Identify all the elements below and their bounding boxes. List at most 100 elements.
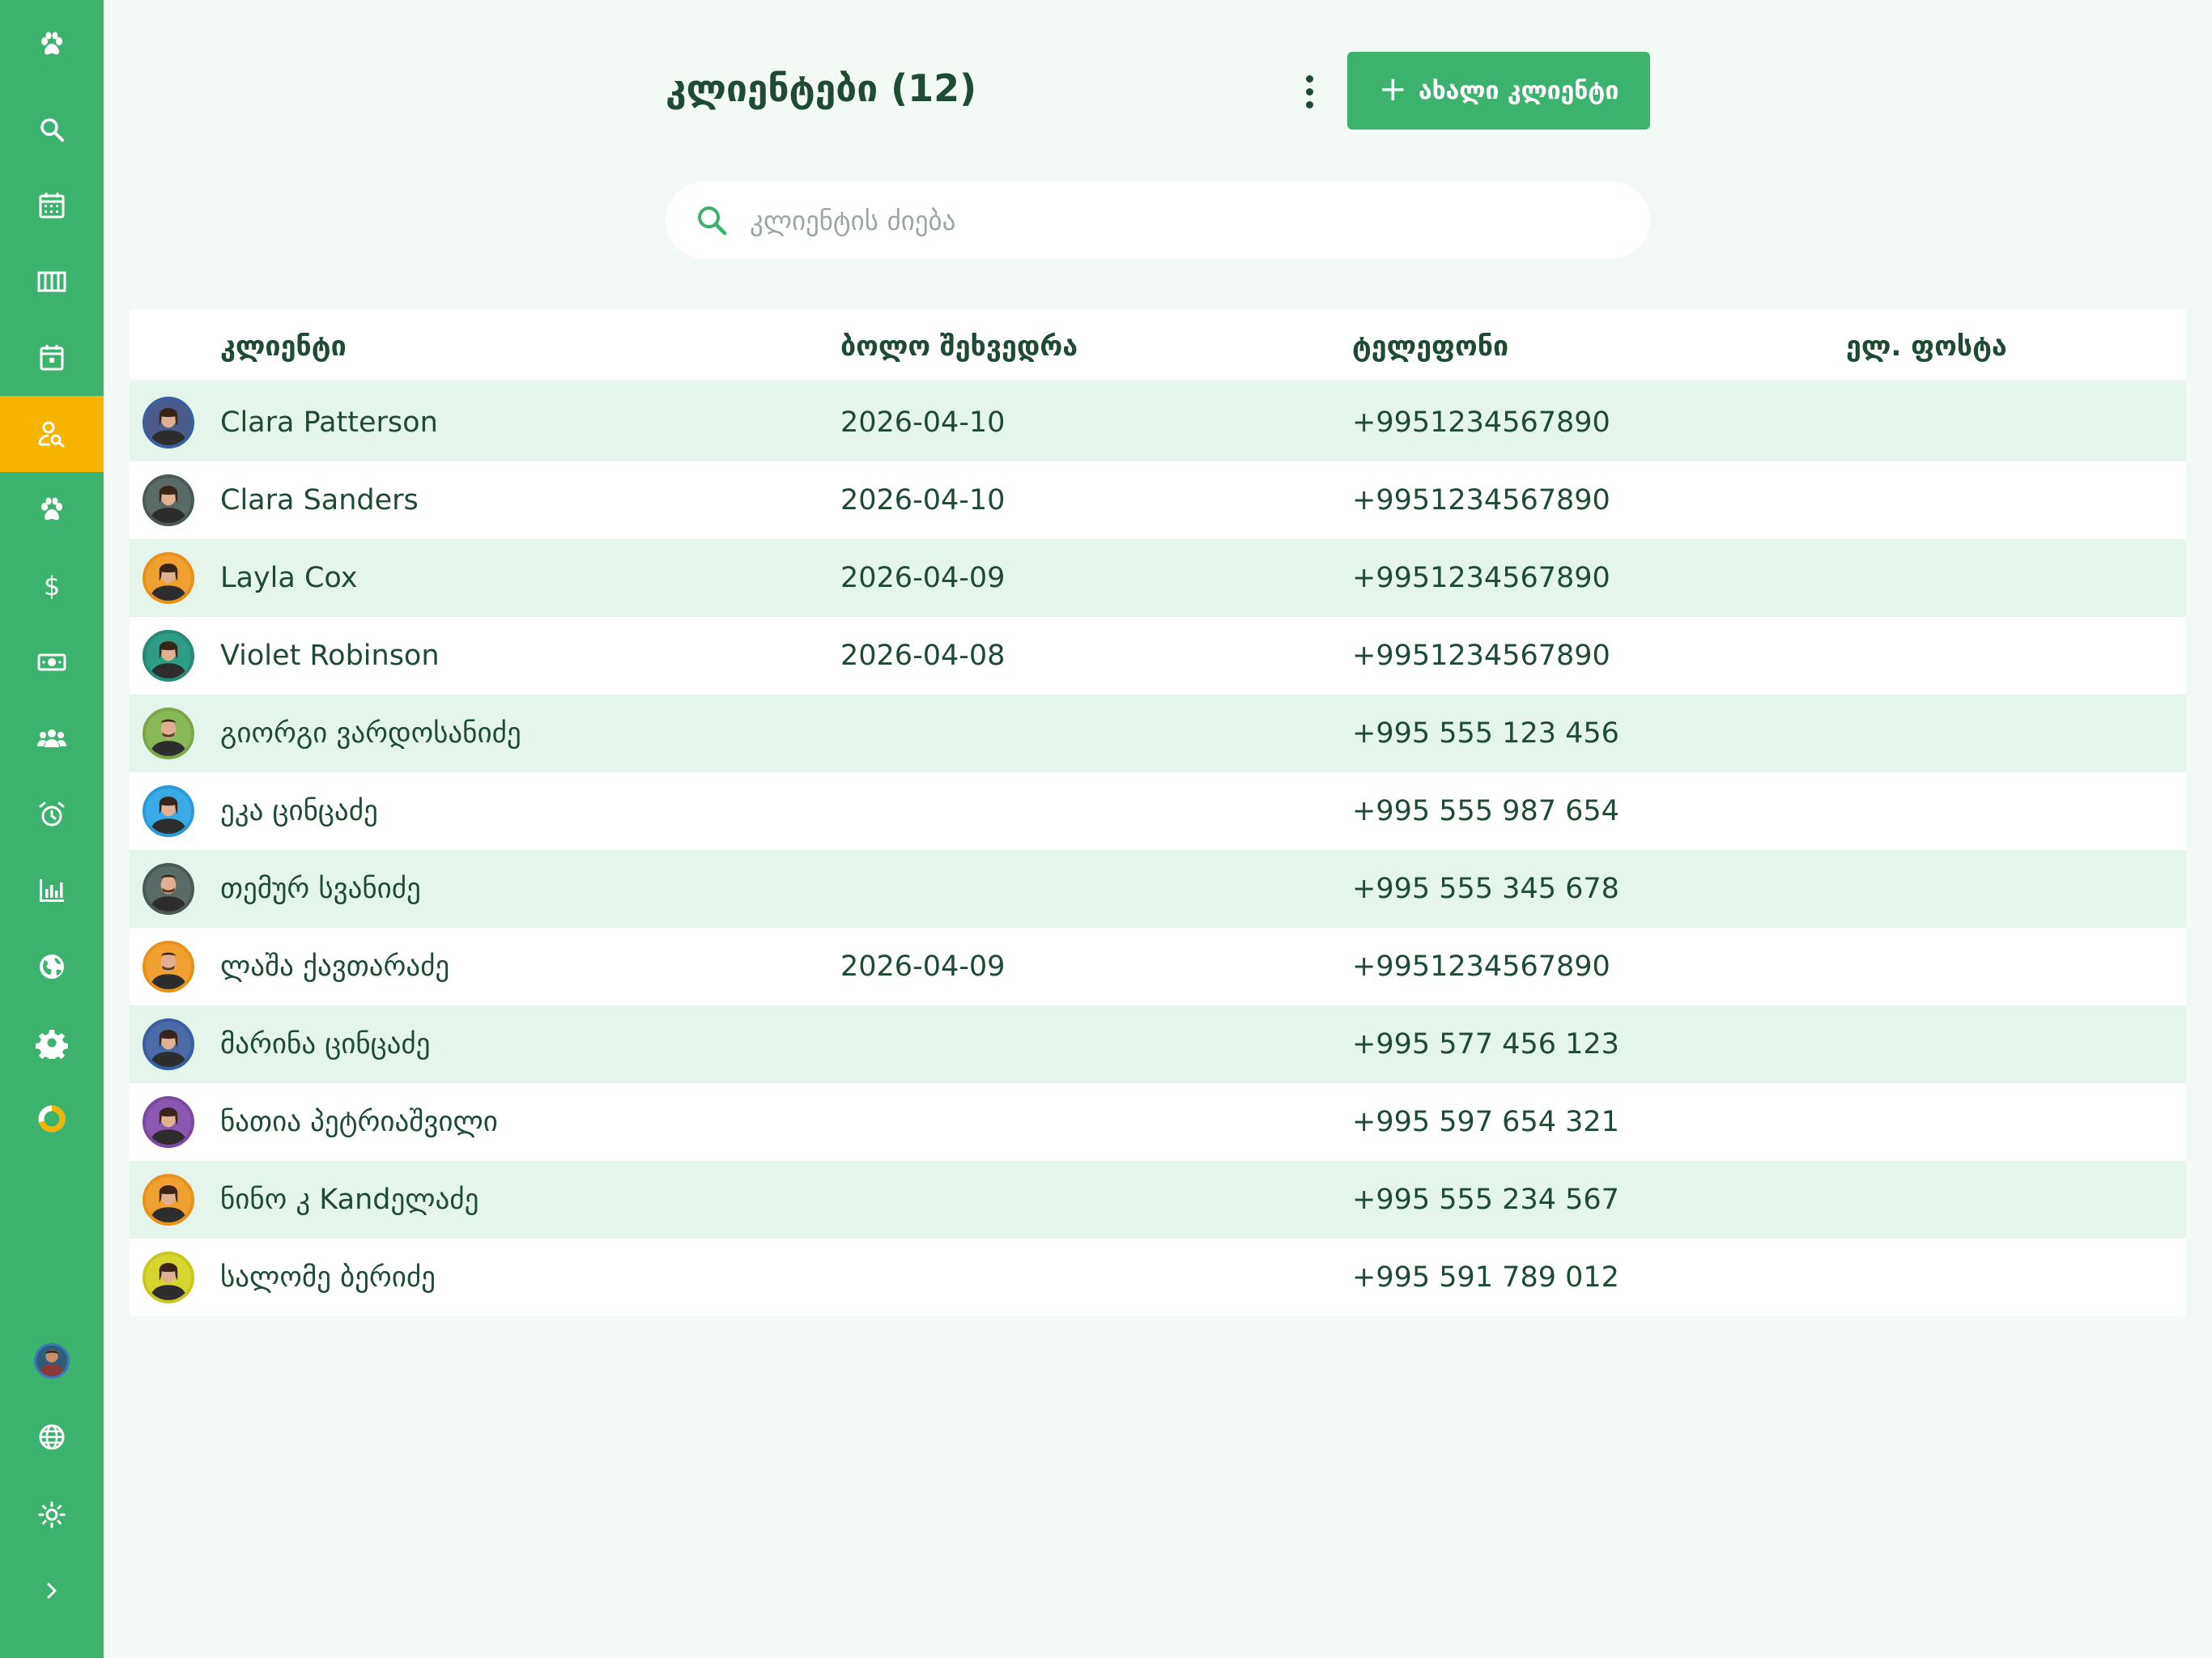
clients-table: კლიენტი ბოლო შეხვედრა ტელეფონი ელ. ფოსტა… — [130, 309, 2186, 1316]
table-row[interactable]: სალომე ბერიძე +995 591 789 012 — [130, 1239, 2186, 1316]
page-title: კლიენტები (12) — [666, 66, 977, 110]
avatar-cell — [143, 1005, 196, 1083]
avatar-cell — [143, 1239, 196, 1316]
avatar — [143, 1174, 194, 1226]
last-meeting: 2026-04-10 — [840, 406, 1006, 439]
phone-number: +9951234567890 — [1352, 640, 1610, 672]
sidebar-item-schedule[interactable] — [0, 320, 104, 396]
search-icon — [698, 206, 727, 236]
table-header: კლიენტი ბოლო შეხვედრა ტელეფონი ელ. ფოსტა — [130, 309, 2186, 384]
avatar — [143, 708, 194, 759]
avatar — [143, 1096, 194, 1148]
dollar-icon: $ — [44, 571, 60, 602]
avatar — [143, 552, 194, 604]
avatar-cell — [143, 928, 196, 1005]
avatar — [143, 1018, 194, 1070]
avatar — [143, 863, 194, 915]
table-row[interactable]: ნინო კ Kandელაძე +995 555 234 567 — [130, 1161, 2186, 1239]
table-row[interactable]: თემურ სვანიძე +995 555 345 678 — [130, 850, 2186, 928]
more-options-button[interactable] — [1295, 70, 1323, 113]
phone-number: +9951234567890 — [1352, 562, 1610, 594]
phone-number: +995 597 654 321 — [1352, 1106, 1619, 1138]
chart-bar-icon — [40, 879, 64, 902]
sidebar-item-board[interactable] — [0, 244, 104, 320]
plus-icon: + — [1378, 69, 1407, 108]
table-row[interactable]: მარინა ცინცაძე +995 577 456 123 — [130, 1005, 2186, 1083]
chevron-right-icon — [47, 1583, 57, 1599]
search-input[interactable] — [750, 204, 1559, 236]
phone-number: +9951234567890 — [1352, 406, 1610, 439]
phone-number: +9951234567890 — [1352, 950, 1610, 983]
avatar — [143, 1252, 194, 1303]
user-menu[interactable] — [0, 1323, 104, 1399]
last-meeting: 2026-04-10 — [840, 484, 1006, 517]
sidebar-item-subscription[interactable] — [0, 1081, 104, 1157]
avatar-cell — [143, 384, 196, 461]
sidebar-item-calendar[interactable] — [0, 168, 104, 244]
table-row[interactable]: ლაშა ქავთარაძე 2026-04-09 +9951234567890 — [130, 928, 2186, 1005]
globe-icon — [39, 1424, 65, 1450]
phone-number: +9951234567890 — [1352, 484, 1610, 517]
table-row[interactable]: ეკა ცინცაძე +995 555 987 654 — [130, 772, 2186, 850]
sidebar-item-home[interactable] — [0, 6, 104, 83]
calendar-icon — [39, 193, 65, 219]
table-body: Clara Patterson 2026-04-10 +9951234567890 C… — [130, 384, 2186, 1316]
paw-icon — [41, 32, 62, 55]
phone-number: +995 555 123 456 — [1352, 717, 1619, 750]
table-row[interactable]: ნათია პეტრიაშვილი +995 597 654 321 — [130, 1083, 2186, 1161]
avatar-cell — [143, 1083, 196, 1161]
sidebar-item-settings[interactable] — [0, 1005, 104, 1081]
sidebar-item-reports[interactable] — [0, 852, 104, 929]
search-icon — [40, 118, 64, 142]
avatar-cell — [143, 1161, 196, 1239]
last-meeting: 2026-04-08 — [840, 640, 1006, 672]
last-meeting: 2026-04-09 — [840, 562, 1006, 594]
phone-number: +995 555 345 678 — [1352, 873, 1619, 905]
money-bill-icon — [37, 653, 66, 671]
table-row[interactable]: Clara Sanders 2026-04-10 +9951234567890 — [130, 461, 2186, 539]
calendar-day-icon — [40, 345, 64, 371]
language-button[interactable] — [0, 1399, 104, 1475]
sidebar-item-clients[interactable] — [0, 396, 104, 472]
sidebar-item-payments[interactable] — [0, 624, 104, 700]
client-search[interactable] — [666, 181, 1650, 259]
add-client-button[interactable]: + ახალი კლიენტი — [1347, 52, 1650, 130]
paw-icon — [41, 497, 62, 521]
avatar — [143, 785, 194, 837]
table-row[interactable]: Violet Robinson 2026-04-08 +9951234567890 — [130, 617, 2186, 695]
column-header-last-meeting[interactable]: ბოლო შეხვედრა — [840, 309, 1078, 384]
column-header-phone[interactable]: ტელეფონი — [1352, 309, 1508, 384]
expand-sidebar-button[interactable] — [0, 1553, 104, 1629]
donut-icon — [38, 1105, 66, 1133]
sidebar-item-team[interactable] — [0, 700, 104, 776]
phone-number: +995 555 987 654 — [1352, 795, 1619, 827]
client-name: ლაშა ქავთარაძე — [220, 950, 450, 983]
column-header-email[interactable]: ელ. ფოსტა — [1846, 309, 2007, 384]
column-header-client[interactable]: კლიენტი — [220, 309, 347, 384]
user-avatar — [34, 1343, 70, 1379]
sidebar-item-pets[interactable] — [0, 472, 104, 548]
avatar-cell — [143, 539, 196, 617]
sidebar-item-search[interactable] — [0, 91, 104, 168]
table-row[interactable]: Clara Patterson 2026-04-10 +9951234567890 — [130, 384, 2186, 461]
avatar-cell — [143, 461, 196, 539]
phone-number: +995 555 234 567 — [1352, 1184, 1619, 1216]
columns-icon — [37, 271, 66, 292]
client-name: გიორგი ვარდოსანიძე — [220, 717, 521, 750]
client-name: ეკა ცინცაძე — [220, 795, 378, 827]
globe-filled-icon — [40, 954, 64, 979]
user-search-icon — [38, 421, 65, 448]
table-row[interactable]: გიორგი ვარდოსანიძე +995 555 123 456 — [130, 695, 2186, 772]
avatar-cell — [143, 850, 196, 928]
phone-number: +995 591 789 012 — [1352, 1261, 1619, 1294]
client-name: ნინო კ Kandელაძე — [220, 1184, 479, 1216]
sidebar-item-reminders[interactable] — [0, 776, 104, 852]
table-row[interactable]: Layla Cox 2026-04-09 +9951234567890 — [130, 539, 2186, 617]
sidebar-item-prices[interactable]: $ — [0, 548, 104, 624]
add-client-label: ახალი კლიენტი — [1418, 76, 1619, 105]
kebab-menu-icon — [1305, 74, 1313, 83]
client-name: Violet Robinson — [220, 640, 440, 672]
theme-toggle[interactable] — [0, 1477, 104, 1553]
last-meeting: 2026-04-09 — [840, 950, 1006, 983]
sidebar-item-website[interactable] — [0, 929, 104, 1005]
